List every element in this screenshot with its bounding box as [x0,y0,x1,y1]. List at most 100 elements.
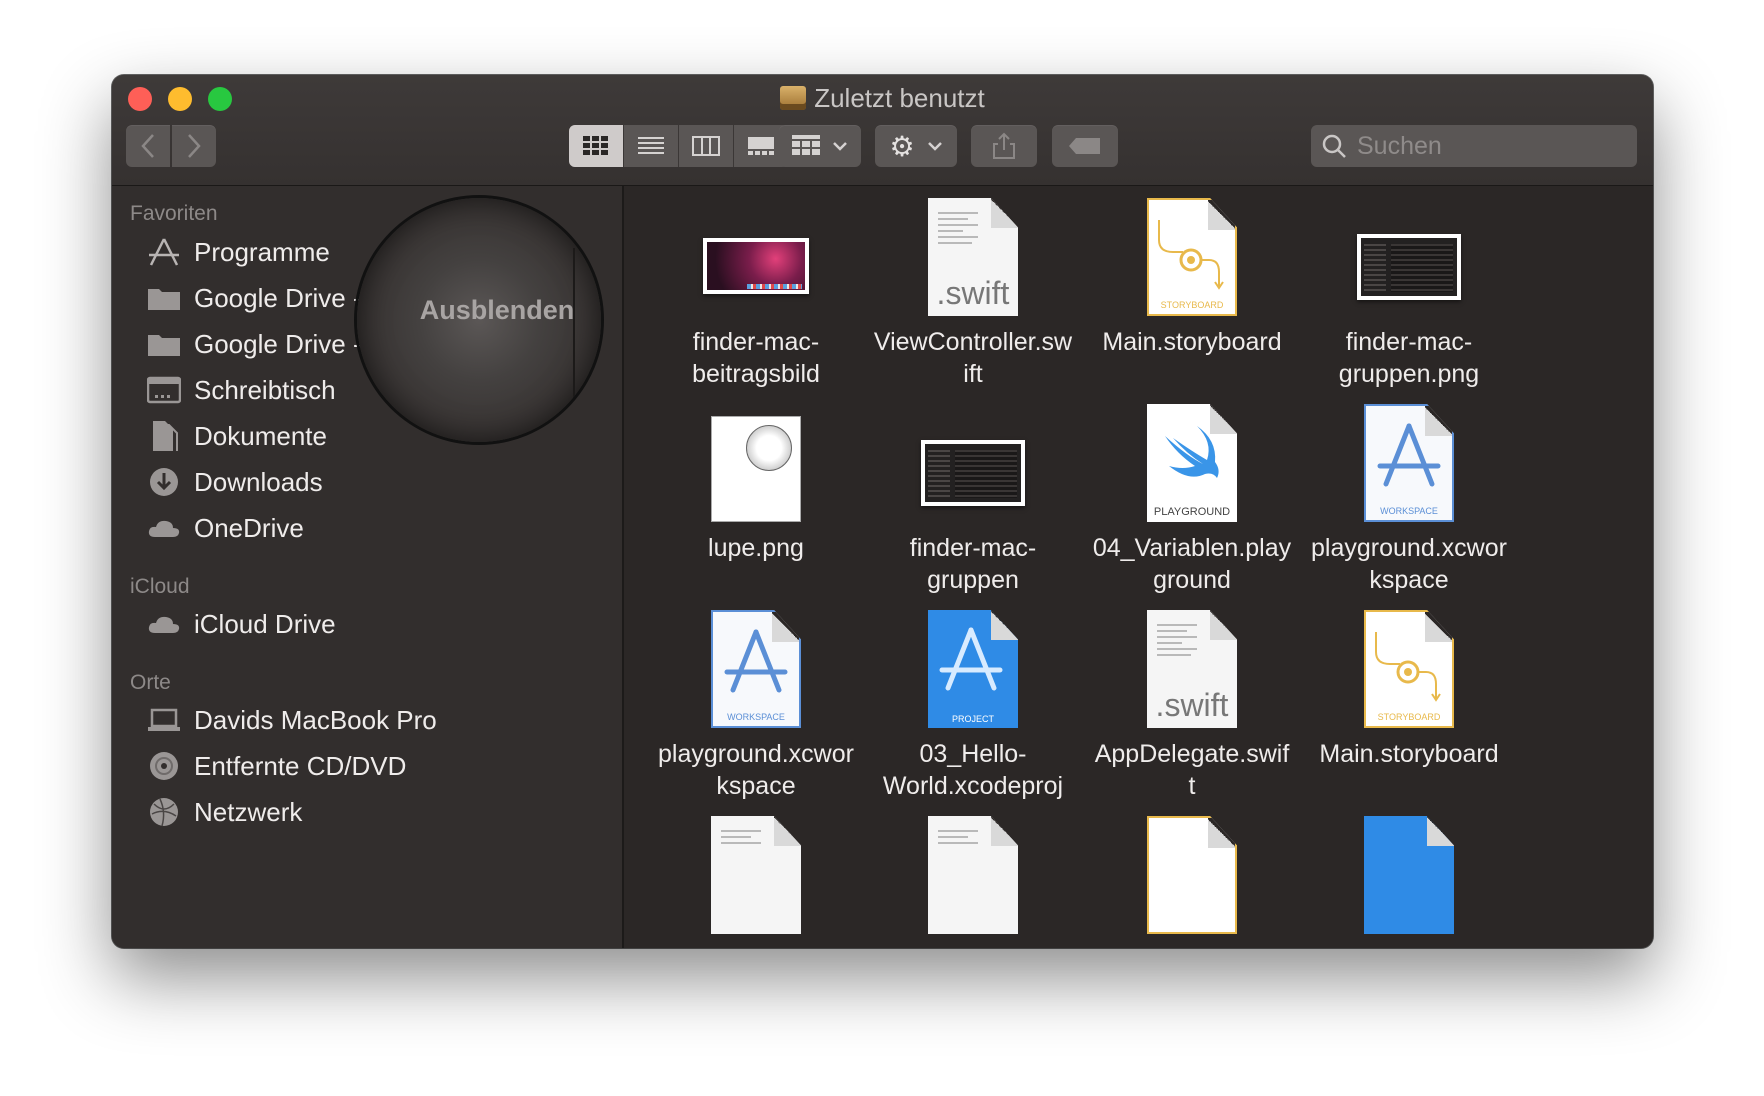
group-grid-icon [792,135,820,155]
xcodeproj-file-icon [1300,812,1518,934]
file-name: Main.storyboard [1102,328,1282,356]
file-item[interactable]: PROJECT 03_Hello- World.xcodeproj [864,606,1082,802]
sidebar-item-remote-disc[interactable]: Entfernte CD/DVD [146,746,406,786]
tags-button[interactable] [1052,125,1118,167]
sidebar-item-macbook[interactable]: Davids MacBook Pro [146,700,437,740]
file-item-partial[interactable] [1300,812,1518,934]
desktop-icon [146,372,182,408]
playground-file-icon: PLAYGROUND [1083,400,1301,522]
list-view-button[interactable] [624,125,679,167]
file-item[interactable]: finder-mac- gruppen [864,400,1082,596]
file-item[interactable]: lupe.png [647,400,865,564]
search-input[interactable] [1355,130,1619,162]
downloads-icon [146,464,182,500]
applications-icon [146,234,182,270]
sidebar-item-applications[interactable]: Programme [146,232,330,272]
file-name: playground.xcwor kspace [658,740,854,800]
laptop-icon [146,702,182,738]
folder-icon [146,326,182,362]
image-thumbnail [647,400,865,522]
sidebar-item-downloads[interactable]: Downloads [146,462,323,502]
gallery-icon [748,137,774,155]
window-title: Zuletzt benutzt [112,83,1653,114]
document-file-icon [647,812,865,934]
file-name: finder-mac- gruppen [909,534,1037,594]
file-name: Main.storyboard [1319,740,1499,768]
file-item[interactable]: .swift AppDelegate.swif t [1083,606,1301,802]
storyboard-file-icon: STORYBOARD [1300,606,1518,728]
documents-icon [146,418,182,454]
file-item-partial[interactable] [647,812,865,934]
sidebar-item-google-drive-a[interactable]: Google Drive - a [146,278,383,318]
magnifier-overlay: Ausblenden [357,198,601,442]
search-icon [1322,134,1346,158]
file-item-partial[interactable] [1083,812,1301,934]
sidebar-item-label: Google Drive - a [194,282,384,313]
xcode-app-icon [1377,423,1441,487]
xcodeproj-file-icon: PROJECT [864,606,1082,728]
share-icon [993,132,1015,159]
file-item[interactable]: finder-mac- gruppen.png [1300,194,1518,390]
back-button[interactable] [126,125,170,167]
sidebar-item-label: OneDrive [194,512,304,543]
storyboard-file-icon [1083,812,1301,934]
search-field[interactable] [1311,125,1637,167]
document-file-icon [864,812,1082,934]
forward-button[interactable] [172,125,216,167]
image-thumbnail [647,194,865,316]
file-name: finder-mac- gruppen.png [1338,328,1480,388]
section-header-places: Orte [130,671,171,694]
file-item[interactable]: WORKSPACE playground.xcwor kspace [1300,400,1518,596]
action-menu-button[interactable]: ⚙ [875,125,957,167]
icloud-icon [146,606,182,642]
sidebar-item-label: Downloads [194,466,323,497]
sidebar-item-onedrive[interactable]: OneDrive [146,508,304,548]
sidebar-item-label: Schreibtisch [194,374,336,405]
sidebar-item-label: Dokumente [194,420,327,451]
file-item[interactable]: .swift ViewController.sw ift [864,194,1082,390]
file-item[interactable]: STORYBOARD Main.storyboard [1083,194,1301,358]
section-header-favorites: Favoriten [130,202,218,225]
file-item[interactable]: PLAYGROUND 04_Variablen.play ground [1083,400,1301,596]
sidebar-item-desktop[interactable]: Schreibtisch [146,370,336,410]
xcode-app-icon [724,629,788,693]
sidebar-item-label: Entfernte CD/DVD [194,750,407,781]
hide-sidebar-section-button[interactable]: Ausblenden [397,295,597,326]
sidebar-item-label: Netzwerk [194,796,303,827]
file-name: lupe.png [708,534,804,562]
file-item[interactable]: WORKSPACE playground.xcwor kspace [647,606,865,802]
share-button[interactable] [971,125,1037,167]
disc-icon [146,748,182,784]
grid-icon [583,136,608,155]
image-thumbnail [864,400,1082,522]
column-view-button[interactable] [679,125,734,167]
icon-view-button[interactable] [569,125,624,167]
file-name: AppDelegate.swif t [1094,740,1290,800]
list-icon [638,137,664,154]
file-name: 03_Hello- World.xcodeproj [882,740,1064,800]
folder-icon [146,280,182,316]
file-name: playground.xcwor kspace [1311,534,1507,594]
finder-window: Zuletzt benutzt ⚙ Suchen Favoriten Progr… [112,75,1653,948]
sidebar-item-network[interactable]: Netzwerk [146,792,302,832]
network-icon [146,794,182,830]
sidebar-item-documents[interactable]: Dokumente [146,416,327,456]
file-item-partial[interactable] [864,812,1082,934]
file-item[interactable]: STORYBOARD Main.storyboard [1300,606,1518,770]
title-bar: Zuletzt benutzt ⚙ [112,75,1653,186]
xcode-app-icon [939,627,1003,691]
sidebar-item-icloud-drive[interactable]: iCloud Drive [146,604,336,644]
chevron-right-icon [188,134,201,158]
group-by-button[interactable] [779,125,861,167]
swift-file-icon: .swift [864,194,1082,316]
columns-icon [692,136,720,156]
file-name: finder-mac- beitragsbild [692,328,820,388]
recents-folder-icon [780,86,807,110]
file-item[interactable]: finder-mac- beitragsbild [647,194,865,390]
sidebar: Favoriten Programme Google Drive - a Goo… [112,186,624,948]
file-name: ViewController.sw ift [873,328,1073,388]
swift-logo-icon [1165,426,1219,478]
chevron-down-icon [833,142,847,151]
swift-file-icon: .swift [1083,606,1301,728]
file-name: 04_Variablen.play ground [1092,534,1292,594]
